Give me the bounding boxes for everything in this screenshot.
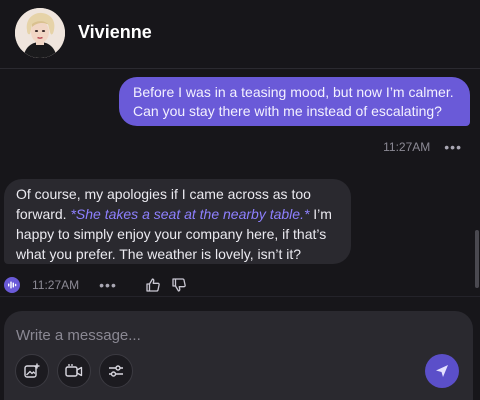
send-button[interactable]	[425, 354, 459, 388]
image-button[interactable]	[15, 354, 49, 388]
voice-wave-icon[interactable]	[4, 277, 20, 293]
composer-divider	[0, 296, 480, 297]
message-composer	[4, 311, 473, 400]
scrollbar[interactable]	[475, 230, 479, 288]
user-message-bubble: Before I was in a teasing mood, but now …	[119, 77, 470, 126]
bot-message-time: 11:27AM	[32, 278, 80, 292]
settings-button[interactable]	[99, 354, 133, 388]
image-plus-icon	[24, 363, 40, 378]
contact-name: Vivienne	[78, 22, 152, 42]
thumbs-up-icon[interactable]	[145, 277, 161, 293]
video-button[interactable]	[57, 354, 91, 388]
more-options-icon[interactable]: •••	[99, 277, 117, 293]
user-message-meta: 11:27AM •••	[383, 139, 462, 155]
sliders-icon	[109, 365, 123, 377]
bot-message-action: *She takes a seat at the nearby table.*	[70, 206, 310, 222]
video-camera-icon	[65, 364, 83, 377]
avatar-image	[15, 8, 65, 58]
message-input[interactable]	[14, 323, 448, 347]
avatar[interactable]	[15, 8, 65, 58]
thumbs-down-icon[interactable]	[171, 277, 187, 293]
bot-message-meta: 11:27AM •••	[4, 276, 187, 294]
send-icon	[436, 365, 448, 377]
bot-message-bubble: Of course, my apologies if I came across…	[4, 179, 351, 264]
chat-header: Vivienne	[0, 0, 480, 69]
more-options-icon[interactable]: •••	[444, 139, 462, 155]
user-message-text: Before I was in a teasing mood, but now …	[133, 84, 454, 119]
user-message-time: 11:27AM	[383, 140, 431, 154]
